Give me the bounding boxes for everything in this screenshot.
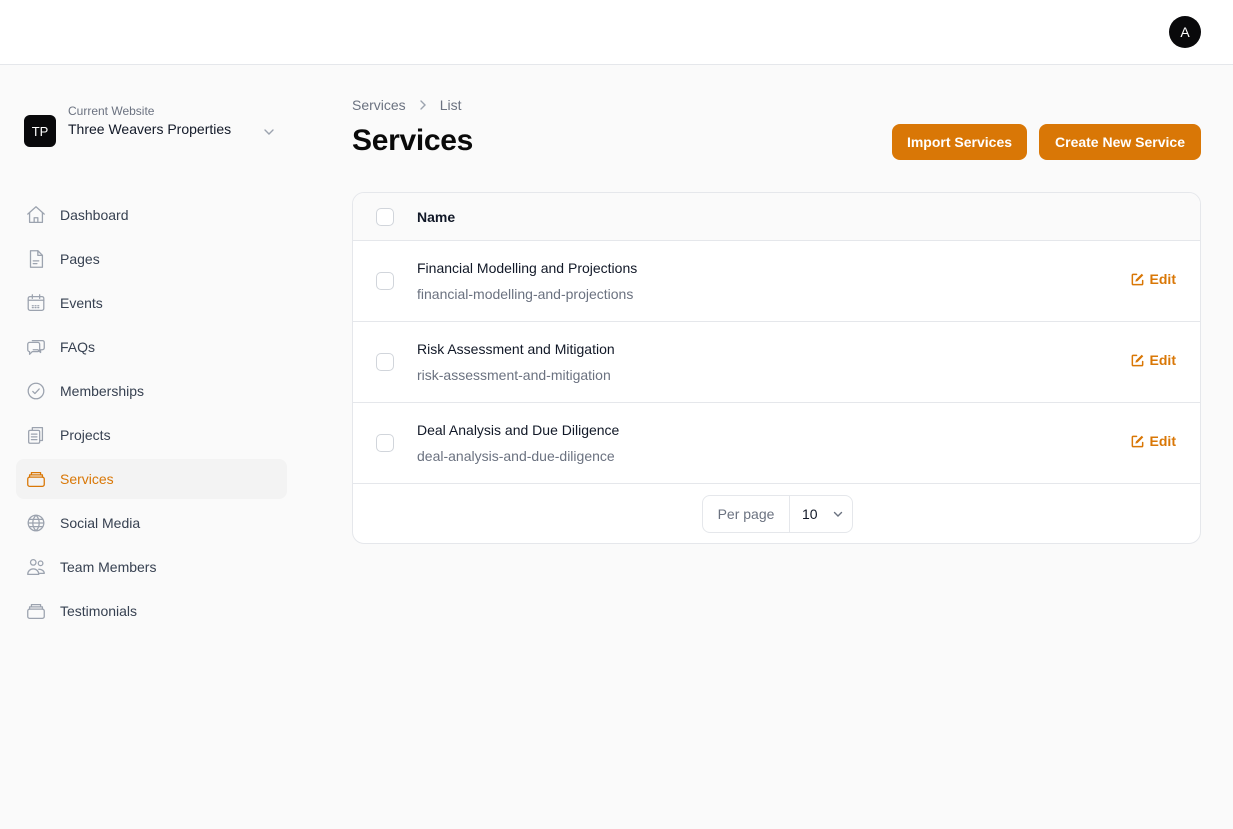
- top-bar: A: [0, 0, 1233, 65]
- edit-icon: [1131, 273, 1143, 285]
- create-new-service-button[interactable]: Create New Service: [1039, 124, 1201, 160]
- edit-label: Edit: [1149, 433, 1176, 449]
- service-slug: financial-modelling-and-projections: [417, 286, 634, 302]
- table-header: Name: [353, 193, 1200, 241]
- sidebar-item-memberships[interactable]: Memberships: [16, 371, 287, 411]
- sidebar-item-faqs[interactable]: FAQs: [16, 327, 287, 367]
- row-checkbox[interactable]: [376, 272, 394, 290]
- sidebar-item-pages[interactable]: Pages: [16, 239, 287, 279]
- sidebar-item-testimonials[interactable]: Testimonials: [16, 591, 287, 631]
- sidebar-item-events[interactable]: Events: [16, 283, 287, 323]
- sidebar-item-dashboard[interactable]: Dashboard: [16, 195, 287, 235]
- chat-bubbles-icon: [24, 335, 48, 359]
- sidebar-item-services[interactable]: Services: [16, 459, 287, 499]
- service-title: Financial Modelling and Projections: [417, 260, 638, 276]
- edit-icon: [1131, 435, 1143, 447]
- sidebar-nav: Dashboard Pages Events FAQs Memberships …: [16, 195, 287, 635]
- stack-icon: [24, 467, 48, 491]
- user-avatar[interactable]: A: [1169, 16, 1201, 48]
- sidebar-item-label: Social Media: [60, 515, 141, 531]
- chevron-down-icon: [264, 129, 274, 135]
- service-title: Risk Assessment and Mitigation: [417, 341, 615, 357]
- sidebar-item-label: Memberships: [60, 383, 145, 399]
- site-caption: Current Website: [68, 104, 155, 118]
- edit-icon: [1131, 354, 1143, 366]
- row-checkbox[interactable]: [376, 434, 394, 452]
- users-icon: [24, 555, 48, 579]
- badge-check-icon: [24, 379, 48, 403]
- sidebar: TP Current Website Three Weavers Propert…: [0, 65, 310, 829]
- per-page-select[interactable]: 10: [790, 506, 852, 522]
- globe-icon: [24, 511, 48, 535]
- stack-icon: [24, 599, 48, 623]
- service-slug: risk-assessment-and-mitigation: [417, 367, 611, 383]
- chevron-right-icon: [419, 100, 426, 110]
- chevron-down-icon: [833, 511, 842, 517]
- service-title: Deal Analysis and Due Diligence: [417, 422, 620, 438]
- sidebar-item-label: Services: [60, 471, 114, 487]
- select-all-checkbox[interactable]: [376, 207, 394, 226]
- edit-label: Edit: [1149, 271, 1176, 287]
- sidebar-item-label: Dashboard: [60, 207, 129, 223]
- services-table: Name Financial Modelling and Projections…: [352, 192, 1201, 544]
- sidebar-item-projects[interactable]: Projects: [16, 415, 287, 455]
- row-checkbox[interactable]: [376, 353, 394, 371]
- sidebar-item-label: Projects: [60, 427, 111, 443]
- table-row: Risk Assessment and Mitigation risk-asse…: [353, 322, 1200, 403]
- per-page-value: 10: [802, 506, 818, 522]
- breadcrumb-item-services[interactable]: Services: [352, 97, 406, 113]
- home-icon: [24, 203, 48, 227]
- sidebar-item-team-members[interactable]: Team Members: [16, 547, 287, 587]
- sidebar-item-label: Pages: [60, 251, 100, 267]
- per-page-control: Per page 10: [702, 495, 853, 533]
- sidebar-item-label: FAQs: [60, 339, 96, 355]
- column-header-name[interactable]: Name: [417, 209, 455, 225]
- sidebar-item-label: Events: [60, 295, 103, 311]
- edit-label: Edit: [1149, 352, 1176, 368]
- sidebar-item-social-media[interactable]: Social Media: [16, 503, 287, 543]
- sidebar-item-label: Testimonials: [60, 603, 138, 619]
- sidebar-item-label: Team Members: [60, 559, 157, 575]
- clipboard-icon: [24, 423, 48, 447]
- calendar-icon: [24, 291, 48, 315]
- edit-button[interactable]: Edit: [1130, 352, 1176, 368]
- site-info: Current Website Three Weavers Properties: [68, 103, 248, 139]
- breadcrumb: Services List: [352, 97, 461, 113]
- service-slug: deal-analysis-and-due-diligence: [417, 448, 615, 464]
- document-icon: [24, 247, 48, 271]
- per-page-label: Per page: [703, 496, 790, 532]
- import-services-button[interactable]: Import Services: [892, 124, 1027, 160]
- website-switcher[interactable]: TP Current Website Three Weavers Propert…: [24, 103, 284, 163]
- table-row: Deal Analysis and Due Diligence deal-ana…: [353, 403, 1200, 484]
- edit-button[interactable]: Edit: [1130, 271, 1176, 287]
- edit-button[interactable]: Edit: [1130, 433, 1176, 449]
- table-row: Financial Modelling and Projections fina…: [353, 241, 1200, 322]
- site-name: Three Weavers Properties: [68, 121, 232, 137]
- breadcrumb-item-list: List: [439, 97, 462, 113]
- page-title: Services: [352, 124, 474, 157]
- site-logo: TP: [24, 115, 56, 147]
